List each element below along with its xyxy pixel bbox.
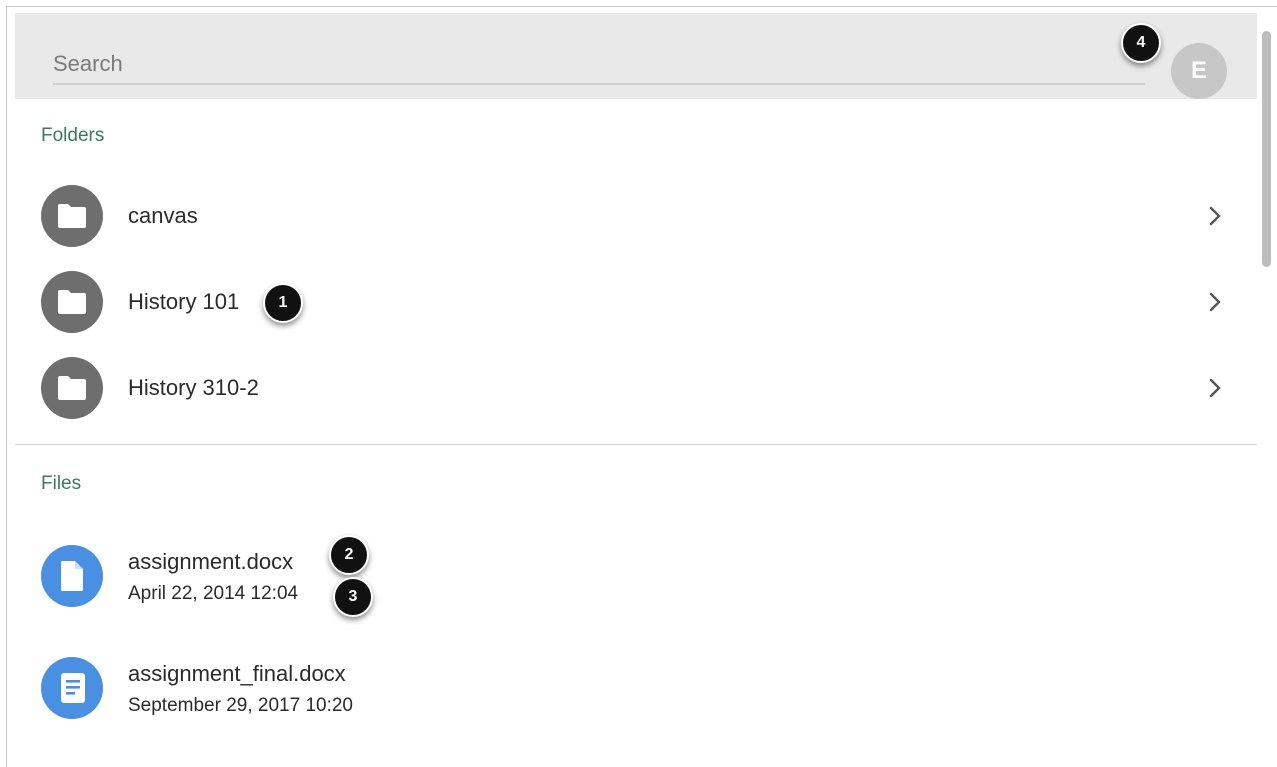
folder-icon [41, 185, 103, 247]
callout-badge-1: 1 [263, 283, 303, 323]
user-avatar[interactable]: E [1171, 43, 1227, 99]
vertical-scrollbar[interactable] [1259, 13, 1275, 767]
folder-row[interactable]: History 310-2 [15, 345, 1257, 431]
file-row[interactable]: assignment_final.docx September 29, 2017… [15, 657, 1257, 737]
chevron-right-icon [1209, 292, 1221, 312]
chevron-right-icon [1209, 206, 1221, 226]
folder-icon [41, 271, 103, 333]
search-header: E [15, 13, 1257, 99]
file-icon [41, 545, 103, 607]
files-section-label: Files [41, 473, 82, 494]
file-browser-window: E 4 Folders canvas History 101 1 History… [6, 6, 1277, 767]
file-name: assignment.docx [128, 549, 294, 574]
chevron-right-icon [1209, 378, 1221, 398]
scrollbar-thumb[interactable] [1262, 31, 1271, 267]
section-divider [15, 444, 1257, 445]
folder-row[interactable]: History 101 [15, 259, 1257, 345]
document-icon [41, 657, 103, 719]
folder-row[interactable]: canvas [15, 173, 1257, 259]
folder-name: canvas [128, 203, 198, 228]
callout-badge-2: 2 [329, 535, 369, 575]
avatar-initial: E [1190, 57, 1207, 84]
callout-badge-3: 3 [333, 577, 373, 617]
callout-badge-4: 4 [1121, 23, 1161, 63]
folder-name: History 101 [128, 289, 240, 314]
file-modified-date: April 22, 2014 12:04 [128, 583, 299, 604]
file-name: assignment_final.docx [128, 661, 346, 686]
folder-name: History 310-2 [128, 375, 259, 400]
folders-section-label: Folders [41, 125, 105, 146]
file-row[interactable]: assignment.docx April 22, 2014 12:04 [15, 545, 1257, 625]
file-modified-date: September 29, 2017 10:20 [128, 695, 354, 716]
folder-icon [41, 357, 103, 419]
search-input[interactable] [53, 45, 1145, 85]
